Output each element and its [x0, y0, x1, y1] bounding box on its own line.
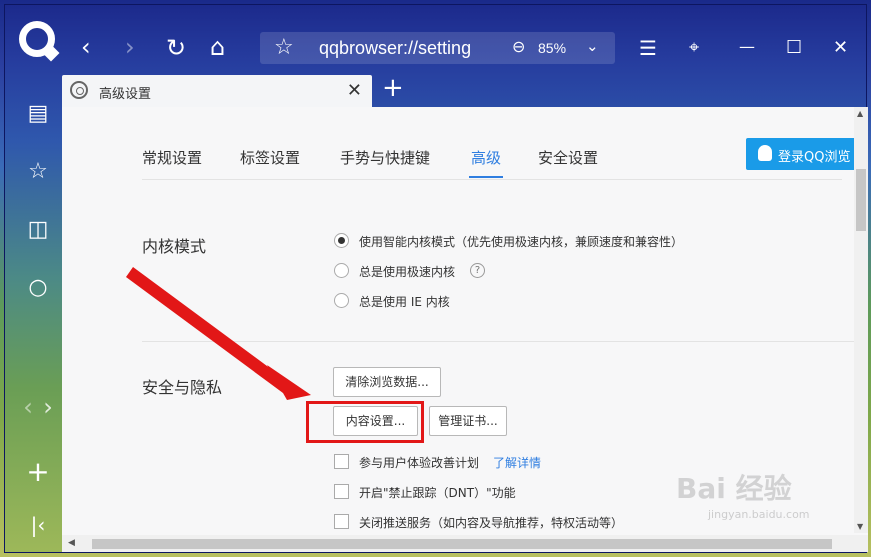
- gear-icon: [70, 81, 88, 99]
- tab-gestures[interactable]: 手势与快捷键: [340, 147, 430, 168]
- menu-icon[interactable]: ☰: [639, 38, 657, 58]
- chevron-down-icon[interactable]: ⌄: [586, 37, 599, 55]
- tab-advanced[interactable]: 高级: [471, 147, 501, 168]
- scroll-left-icon[interactable]: ◀: [68, 538, 75, 548]
- checkbox-ux-program[interactable]: [334, 454, 349, 469]
- minimize-icon[interactable]: —: [739, 39, 755, 55]
- title-bar: ‹ › ↻ ⌂ ☆ qqbrowser://setting ⊖ 85% ⌄ ☰ …: [5, 5, 868, 71]
- tab-close-icon[interactable]: ✕: [347, 80, 362, 101]
- checkbox-label: 关闭推送服务（如内容及导航推荐，特权活动等）: [359, 516, 624, 530]
- clear-browsing-data-button[interactable]: 清除浏览数据...: [333, 367, 441, 397]
- kernel-section-title: 内核模式: [142, 237, 207, 256]
- new-tab-icon[interactable]: +: [382, 75, 404, 101]
- maximize-icon[interactable]: ☐: [786, 39, 802, 57]
- browser-window: ‹ › ↻ ⌂ ☆ qqbrowser://setting ⊖ 85% ⌄ ☰ …: [4, 4, 868, 553]
- home-icon[interactable]: ⌂: [210, 35, 225, 59]
- url-text[interactable]: qqbrowser://setting: [319, 38, 471, 59]
- tab-security[interactable]: 安全设置: [538, 147, 598, 168]
- refresh-icon[interactable]: ↻: [166, 36, 186, 60]
- manage-certificates-button[interactable]: 管理证书...: [429, 406, 507, 436]
- checkbox-label: 参与用户体验改善计划: [359, 456, 480, 470]
- login-qq-button[interactable]: 登录QQ浏览: [746, 138, 868, 170]
- tab-advanced-settings[interactable]: 高级设置 ✕: [62, 75, 372, 107]
- checkbox-label: 开启"禁止跟踪（DNT）"功能: [359, 486, 516, 500]
- option-label: 总是使用 IE 内核: [359, 295, 450, 309]
- radio-ie-kernel[interactable]: [334, 293, 349, 308]
- tab-general[interactable]: 常规设置: [142, 147, 202, 168]
- tab-tabs[interactable]: 标签设置: [240, 147, 300, 168]
- section-divider: [142, 341, 862, 342]
- horizontal-scrollbar[interactable]: ◀: [62, 535, 868, 552]
- sidebar-next-icon[interactable]: ›: [33, 393, 63, 421]
- nav-divider: [142, 179, 842, 180]
- vertical-scrollbar[interactable]: ▲ ▼: [854, 107, 868, 533]
- favorite-star-icon[interactable]: ☆: [274, 35, 294, 60]
- skin-icon[interactable]: ⌖: [689, 39, 699, 57]
- news-icon[interactable]: ▤: [23, 101, 53, 126]
- back-icon[interactable]: ‹: [81, 35, 91, 59]
- forward-icon[interactable]: ›: [125, 35, 135, 59]
- privacy-section-title: 安全与隐私: [142, 378, 223, 397]
- qq-browser-logo[interactable]: [19, 21, 55, 57]
- option-label: 使用智能内核模式（优先使用极速内核，兼顾速度和兼容性）: [359, 235, 684, 249]
- radio-speed-kernel[interactable]: [334, 263, 349, 278]
- help-icon[interactable]: ?: [470, 263, 485, 278]
- baidu-watermark-url: jingyan.baidu.com: [708, 508, 810, 521]
- option-label: 总是使用极速内核: [359, 265, 456, 279]
- radio-smart-kernel[interactable]: [334, 233, 349, 248]
- checkbox-dnt[interactable]: [334, 484, 349, 499]
- highlight-box: [306, 401, 424, 443]
- star-icon[interactable]: ☆: [23, 159, 53, 184]
- address-bar[interactable]: ☆ qqbrowser://setting ⊖ 85% ⌄: [260, 32, 615, 64]
- horizontal-scroll-thumb[interactable]: [92, 539, 832, 549]
- checkbox-push-service[interactable]: [334, 514, 349, 529]
- collapse-sidebar-icon[interactable]: |‹: [23, 513, 53, 537]
- search-icon[interactable]: ○: [23, 275, 53, 300]
- login-label: 登录QQ浏览: [778, 150, 851, 165]
- scroll-up-icon[interactable]: ▲: [857, 109, 863, 118]
- tab-title: 高级设置: [99, 87, 152, 102]
- close-icon[interactable]: ✕: [833, 39, 848, 57]
- baidu-watermark: Bai 经验: [676, 472, 792, 505]
- zoom-icon[interactable]: ⊖: [512, 37, 525, 56]
- learn-more-link[interactable]: 了解详情: [493, 454, 541, 471]
- qq-penguin-icon: [758, 145, 772, 161]
- scroll-down-icon[interactable]: ▼: [857, 522, 863, 531]
- book-icon[interactable]: ◫: [23, 217, 53, 242]
- active-tab-indicator: [469, 176, 503, 178]
- add-icon[interactable]: +: [23, 455, 53, 488]
- zoom-level[interactable]: 85%: [538, 40, 566, 56]
- vertical-scroll-thumb[interactable]: [856, 169, 866, 231]
